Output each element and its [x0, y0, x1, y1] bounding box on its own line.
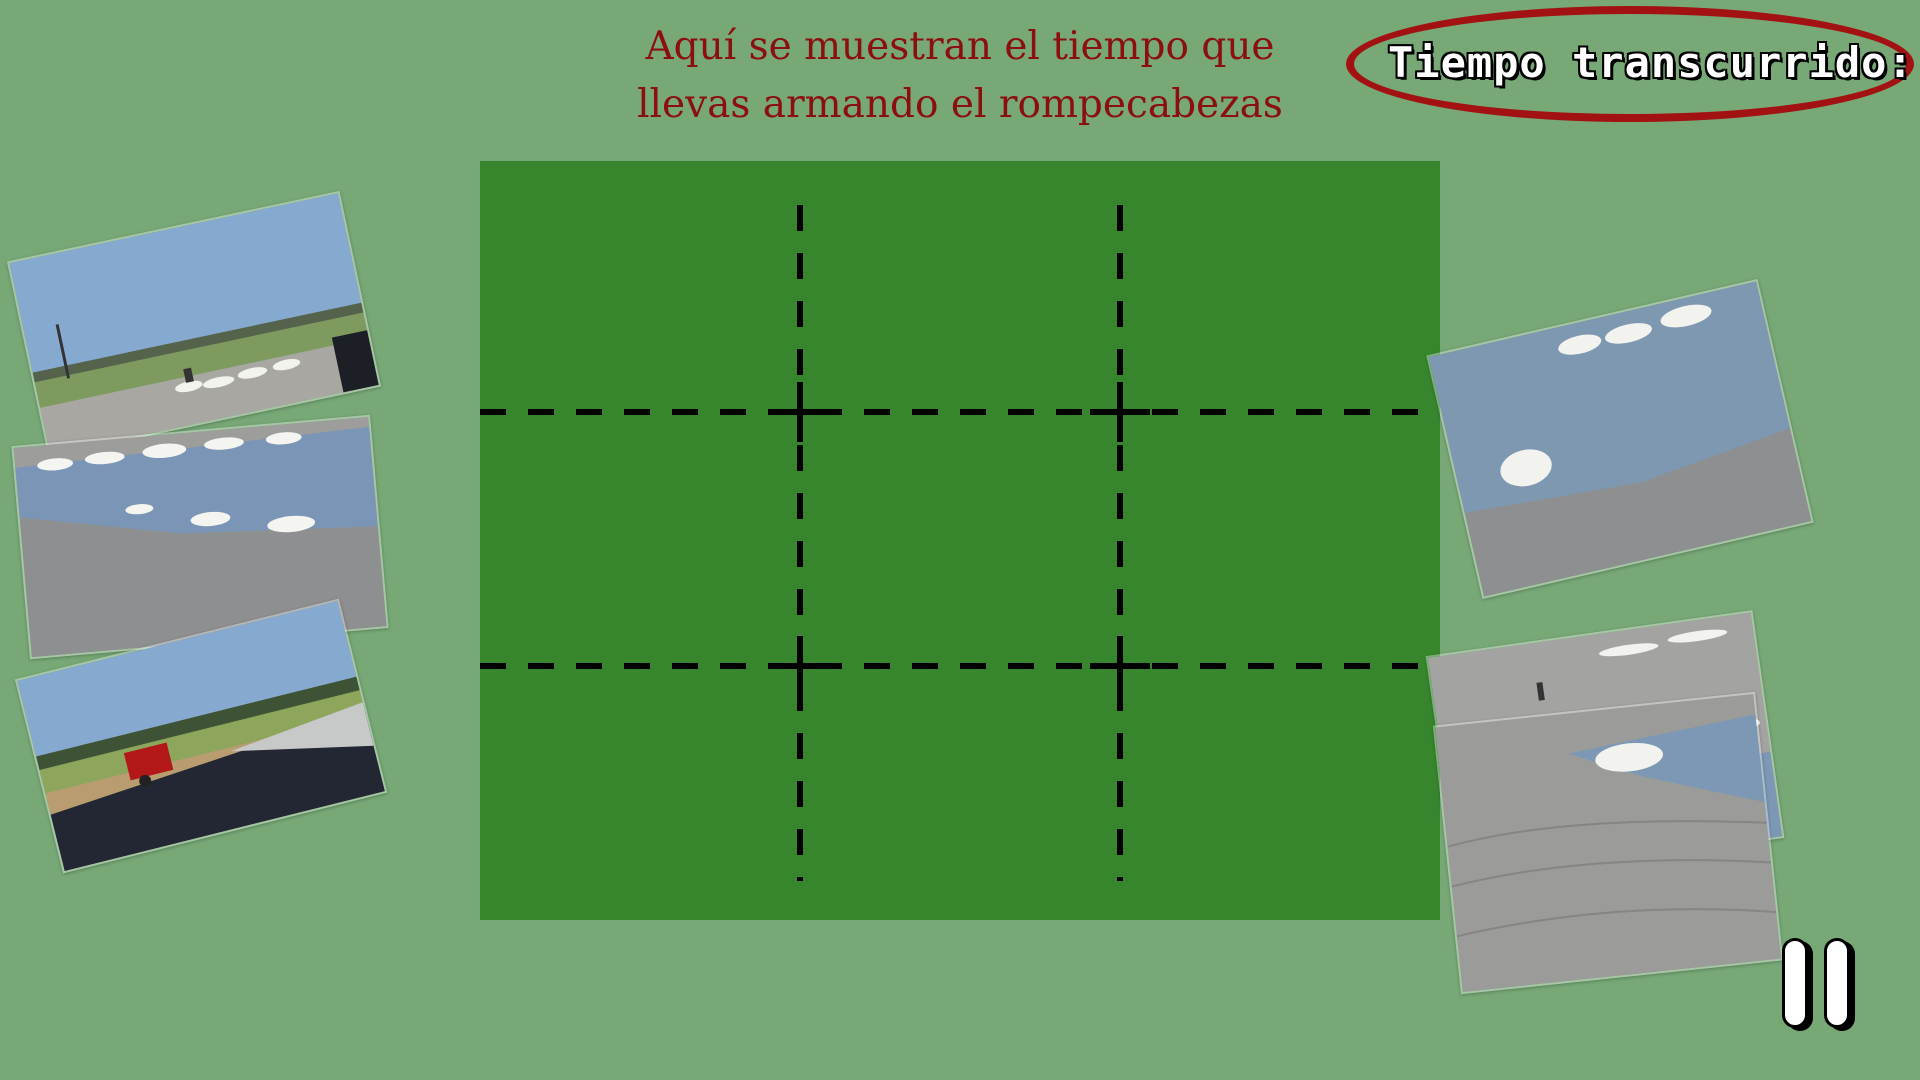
puzzle-piece-liner-bag[interactable]: [1432, 691, 1784, 995]
pause-bar-right: [1824, 938, 1850, 1028]
timer-hint-text: Aquí se muestran el tiempo que llevas ar…: [620, 18, 1300, 134]
elapsed-time-display: Tiempo transcurrido: 5: [1388, 38, 1913, 87]
puzzle-piece-field-horizon[interactable]: [6, 190, 382, 458]
piece-image-water-bag: [1428, 280, 1814, 600]
elapsed-time-label: Tiempo transcurrido:: [1388, 38, 1914, 87]
pause-button[interactable]: [1780, 938, 1864, 1030]
puzzle-board[interactable]: [480, 161, 1440, 920]
pause-bar-left: [1782, 938, 1808, 1028]
hint-line-2: llevas armando el rompecabezas: [637, 82, 1283, 127]
puzzle-piece-water-bag[interactable]: [1426, 278, 1814, 600]
hint-line-1: Aquí se muestran el tiempo que: [645, 24, 1275, 69]
piece-image-liner-bag: [1434, 693, 1784, 995]
board-grid: [480, 205, 1440, 881]
piece-image-field-horizon: [9, 192, 382, 458]
